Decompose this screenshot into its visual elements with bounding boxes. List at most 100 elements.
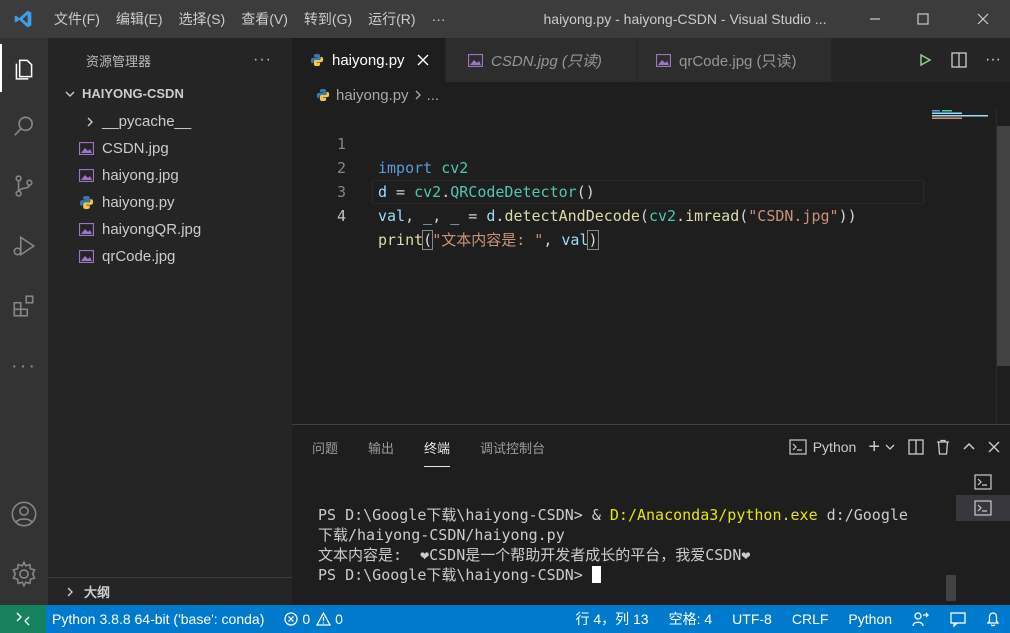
terminal-cursor	[591, 566, 601, 583]
error-count: 0	[302, 611, 311, 627]
menu-file[interactable]: 文件(F)	[46, 0, 108, 38]
feedback-icon[interactable]	[940, 605, 976, 633]
workspace-section[interactable]: HAIYONG-CSDN	[48, 82, 292, 106]
file-item-haiyong-py[interactable]: haiyong.py	[48, 189, 292, 216]
editor-tab-bar: haiyong.py CSDN.jpg (只读) qrCode.jpg (只读)…	[292, 38, 1010, 82]
python-interpreter[interactable]: Python 3.8.8 64-bit ('base': conda)	[46, 605, 274, 633]
close-panel-icon[interactable]	[988, 441, 1000, 453]
close-tab-icon[interactable]	[417, 54, 429, 66]
source-control-icon[interactable]	[0, 162, 48, 210]
close-window-icon[interactable]	[956, 0, 1010, 38]
code-editor[interactable]: 1 import cv2 2 d = cv2.QRCodeDetector() …	[292, 108, 1010, 424]
split-terminal-icon[interactable]	[908, 439, 924, 455]
run-debug-icon[interactable]	[0, 222, 48, 270]
menu-view[interactable]: 查看(V)	[233, 0, 296, 38]
chevron-up-icon[interactable]	[962, 440, 976, 454]
plus-icon: +	[868, 435, 880, 458]
chevron-right-icon	[64, 586, 76, 598]
terminal-output[interactable]: PS D:\Google下载\haiyong-CSDN> & D:/Anacon…	[318, 505, 908, 585]
image-file-icon	[656, 53, 671, 67]
chevron-down-icon	[64, 88, 76, 100]
file-label: CSDN.jpg	[102, 140, 169, 157]
terminal-instance-2[interactable]	[956, 495, 1010, 521]
terminal-line: 下载/haiyong-CSDN/haiyong.py	[318, 526, 565, 544]
minimap[interactable]	[932, 108, 994, 128]
tab-problems[interactable]: 问题	[312, 425, 338, 469]
file-item-qrcode-jpg[interactable]: qrCode.jpg	[48, 243, 292, 270]
tab-label: CSDN.jpg (只读)	[491, 52, 602, 70]
language-mode[interactable]: Python	[838, 605, 902, 633]
account-icon[interactable]	[0, 490, 48, 538]
extensions-icon[interactable]	[0, 282, 48, 330]
tab-csdn-jpg[interactable]: CSDN.jpg (只读)	[446, 38, 638, 82]
indentation[interactable]: 空格: 4	[659, 605, 723, 633]
terminal-line: 文本内容是: ❤CSDN是一个帮助开发者成长的平台，我爱CSDN❤	[318, 546, 751, 564]
folder-pycache[interactable]: __pycache__	[48, 108, 292, 135]
more-icon[interactable]: ···	[0, 342, 48, 390]
terminal-line: PS D:\Google下载\haiyong-CSDN>	[318, 566, 601, 584]
tab-terminal[interactable]: 终端	[424, 425, 451, 469]
file-label: haiyong.jpg	[102, 167, 179, 184]
file-item-haiyong-jpg[interactable]: haiyong.jpg	[48, 162, 292, 189]
breadcrumb-symbol[interactable]: ...	[427, 87, 440, 104]
breadcrumb-file[interactable]: haiyong.py	[336, 87, 409, 104]
settings-gear-icon[interactable]	[0, 550, 48, 598]
outline-section[interactable]: 大纲	[48, 577, 292, 605]
file-item-haiyongqr-jpg[interactable]: haiyongQR.jpg	[48, 216, 292, 243]
file-item-csdn-jpg[interactable]: CSDN.jpg	[48, 135, 292, 162]
encoding[interactable]: UTF-8	[722, 605, 782, 633]
chevron-right-icon	[84, 116, 96, 128]
menu-run[interactable]: 运行(R)	[360, 0, 423, 38]
editor-scrollbar[interactable]	[996, 108, 1010, 424]
window-title: haiyong.py - haiyong-CSDN - Visual Studi…	[543, 11, 827, 27]
terminal-panel: 问题 输出 终端 调试控制台 Python + PS D:\Google下载\h…	[292, 424, 1010, 605]
explorer-sidebar: 资源管理器 ··· HAIYONG-CSDN __pycache__ CSDN.…	[48, 38, 292, 605]
run-file-icon[interactable]	[908, 53, 942, 67]
remote-indicator-icon[interactable]	[0, 605, 46, 633]
maximize-icon[interactable]	[896, 0, 950, 38]
breadcrumb: haiyong.py ...	[292, 82, 1010, 108]
notifications-bell-icon[interactable]	[976, 605, 1010, 633]
terminal-line: PS D:\Google下载\haiyong-CSDN> & D:/Anacon…	[318, 506, 908, 524]
file-label: qrCode.jpg	[102, 248, 176, 265]
folder-label: __pycache__	[102, 113, 192, 130]
menu-go[interactable]: 转到(G)	[296, 0, 360, 38]
workspace-name: HAIYONG-CSDN	[82, 86, 184, 101]
menu-selection[interactable]: 选择(S)	[171, 0, 234, 38]
python-file-icon	[310, 53, 324, 67]
split-editor-icon[interactable]	[942, 52, 976, 68]
error-icon	[284, 612, 299, 626]
terminal-instance-1[interactable]	[956, 469, 1010, 495]
explorer-icon[interactable]	[0, 44, 48, 92]
python-file-icon	[78, 195, 94, 211]
tab-label: haiyong.py	[332, 51, 405, 69]
search-icon[interactable]	[0, 102, 48, 150]
warning-count: 0	[335, 611, 343, 627]
panel-actions: Python +	[777, 425, 1000, 469]
code-line: 1 import cv2	[292, 108, 468, 177]
explorer-more-icon[interactable]: ···	[253, 51, 272, 69]
more-actions-icon[interactable]: ···	[976, 51, 1010, 69]
problems-indicator[interactable]: 0 0	[274, 605, 353, 633]
cursor-position[interactable]: 行 4，列 13	[565, 605, 658, 633]
minimize-icon[interactable]	[848, 0, 902, 38]
tab-output[interactable]: 输出	[368, 425, 394, 469]
tab-haiyong-py[interactable]: haiyong.py	[292, 38, 446, 82]
live-share-icon[interactable]	[902, 605, 940, 633]
activity-bar: ···	[0, 38, 48, 605]
end-of-line[interactable]: CRLF	[782, 605, 839, 633]
terminal-scrollbar[interactable]	[946, 575, 956, 601]
tab-qrcode-jpg[interactable]: qrCode.jpg (只读)	[638, 38, 832, 82]
title-bar: 文件(F) 编辑(E) 选择(S) 查看(V) 转到(G) 运行(R) ··· …	[0, 0, 1010, 38]
new-terminal-button[interactable]: +	[868, 436, 896, 459]
status-bar: Python 3.8.8 64-bit ('base': conda) 0 0 …	[0, 605, 1010, 633]
outline-label: 大纲	[84, 585, 111, 600]
python-file-icon	[316, 88, 330, 102]
chevron-down-icon	[885, 444, 895, 450]
image-file-icon	[78, 222, 94, 238]
menu-more[interactable]: ···	[424, 0, 454, 38]
trash-icon[interactable]	[936, 439, 950, 455]
tab-debug-console[interactable]: 调试控制台	[480, 425, 545, 469]
menu-edit[interactable]: 编辑(E)	[108, 0, 171, 38]
terminal-selector[interactable]: Python	[789, 439, 856, 455]
